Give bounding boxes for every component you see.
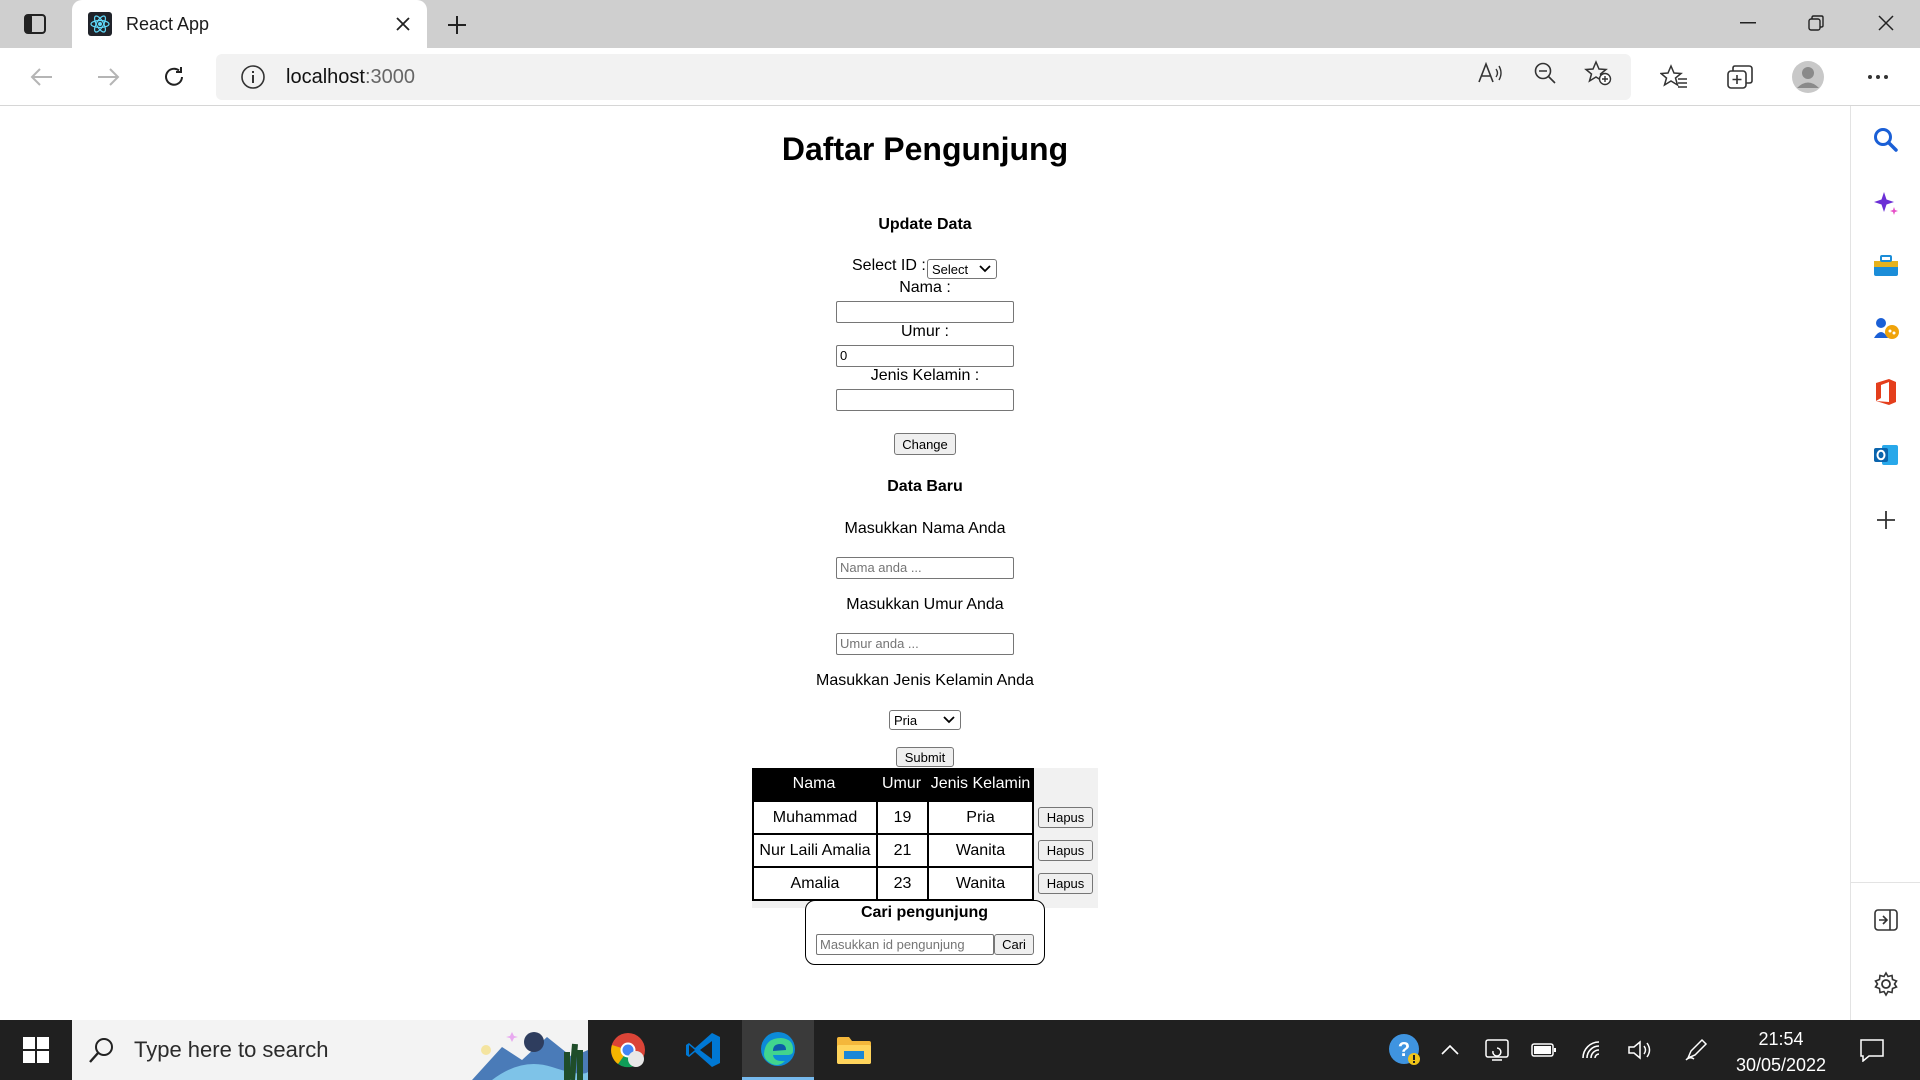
table-cell-nama: Nur Laili Amalia (752, 833, 878, 868)
select-id-label: Select ID : (852, 257, 926, 274)
tab-actions-icon[interactable] (18, 11, 52, 37)
vscode-app-icon[interactable] (668, 1020, 740, 1080)
back-icon[interactable] (24, 60, 60, 94)
new-tab-icon[interactable] (443, 11, 471, 39)
volume-icon[interactable] (1620, 1020, 1660, 1080)
tab-title: React App (126, 13, 210, 34)
chrome-app-icon[interactable] (592, 1020, 664, 1080)
update-umur-input[interactable]: 0 (836, 345, 1014, 367)
office-icon[interactable] (1870, 376, 1902, 408)
windows-start-icon[interactable] (0, 1020, 72, 1080)
clock-time: 21:54 (1758, 1029, 1804, 1049)
table-header-nama: Nama (752, 768, 876, 800)
show-hidden-icons-icon[interactable] (1430, 1020, 1470, 1080)
taskbar-search-box[interactable]: Type here to search (72, 1020, 588, 1080)
page-content: Daftar Pengunjung Update Data Select ID … (0, 107, 1850, 1020)
edge-app-icon[interactable] (742, 1020, 814, 1080)
url-text: localhost:3000 (286, 65, 415, 88)
settings-gear-icon[interactable] (1870, 968, 1902, 1000)
tools-briefcase-icon[interactable] (1870, 250, 1902, 282)
search-icon[interactable] (1870, 124, 1902, 156)
umur-label: Umur : (901, 323, 949, 340)
notifications-icon[interactable] (1852, 1020, 1892, 1080)
games-icon[interactable] (1870, 313, 1902, 345)
cari-button[interactable]: Cari (994, 934, 1034, 955)
chevron-down-icon (979, 265, 991, 273)
data-baru-heading: Data Baru (887, 478, 963, 495)
close-window-icon[interactable] (1866, 8, 1906, 38)
search-icon (89, 1038, 113, 1063)
masukkan-umur-label: Masukkan Umur Anda (846, 596, 1004, 613)
battery-icon[interactable] (1524, 1020, 1564, 1080)
new-jenis-kelamin-select[interactable]: Pria (889, 710, 961, 730)
table-cell-jenis-kelamin: Wanita (927, 833, 1034, 868)
new-umur-input[interactable]: Umur anda ... (836, 633, 1014, 655)
select-id-dropdown[interactable]: Select (927, 259, 997, 279)
forward-icon[interactable] (90, 60, 126, 94)
more-options-icon[interactable] (1861, 60, 1895, 94)
table-cell-umur: 23 (876, 866, 929, 901)
edge-sidebar (1850, 106, 1920, 1020)
sidebar-divider (1851, 882, 1920, 883)
favorites-icon[interactable] (1657, 60, 1691, 94)
search-id-input[interactable]: Masukkan id pengunjung (816, 934, 994, 955)
search-visitor-box: Cari pengunjung Masukkan id pengunjung C… (805, 900, 1045, 965)
add-favorite-icon[interactable] (1583, 58, 1613, 88)
clock-date: 30/05/2022 (1735, 1055, 1827, 1075)
site-info-icon[interactable] (240, 64, 266, 90)
table-cell-umur: 21 (876, 833, 929, 868)
taskbar-search-placeholder: Type here to search (134, 1037, 329, 1062)
close-tab-icon[interactable] (391, 12, 415, 36)
update-nama-input[interactable] (836, 301, 1014, 323)
browser-tab-bar: React App (0, 0, 1920, 48)
nama-label: Nama : (899, 279, 951, 296)
browser-tab-active[interactable]: React App (72, 0, 427, 48)
hapus-button[interactable]: Hapus (1038, 840, 1093, 861)
table-cell-nama: Amalia (752, 866, 878, 901)
pen-workspace-icon[interactable] (1676, 1020, 1716, 1080)
search-heading: Cari pengunjung (860, 904, 989, 921)
masukkan-nama-label: Masukkan Nama Anda (844, 520, 1006, 537)
profile-avatar-icon[interactable] (1791, 60, 1825, 94)
table-cell-nama: Muhammad (752, 800, 878, 835)
screen-mirror-icon[interactable] (1477, 1020, 1517, 1080)
zoom-out-icon[interactable] (1530, 58, 1560, 88)
table-header-umur: Umur (876, 768, 927, 800)
chevron-down-icon (943, 716, 955, 724)
search-highlight-illustration-icon (472, 1032, 588, 1080)
restore-icon[interactable] (1796, 8, 1836, 38)
table-cell-jenis-kelamin: Wanita (927, 866, 1034, 901)
table-cell-umur: 19 (876, 800, 929, 835)
wifi-icon[interactable] (1572, 1020, 1612, 1080)
file-explorer-app-icon[interactable] (818, 1020, 890, 1080)
hide-sidebar-icon[interactable] (1870, 904, 1902, 936)
page-title: Daftar Pengunjung (781, 131, 1069, 167)
discover-sparkle-icon[interactable] (1870, 187, 1902, 219)
help-icon[interactable]: ? (1382, 1020, 1428, 1080)
taskbar-clock[interactable]: 21:54 30/05/2022 (1716, 1026, 1846, 1078)
new-nama-input[interactable]: Nama anda ... (836, 557, 1014, 579)
masukkan-jenis-kelamin-label: Masukkan Jenis Kelamin Anda (816, 672, 1034, 689)
outlook-icon[interactable] (1870, 439, 1902, 471)
update-data-heading: Update Data (878, 216, 972, 233)
select-id-value: Select (932, 261, 969, 277)
change-button[interactable]: Change (894, 433, 956, 455)
add-sidebar-app-icon[interactable] (1870, 504, 1902, 536)
jenis-kelamin-value: Pria (894, 712, 918, 728)
hapus-button[interactable]: Hapus (1038, 807, 1093, 828)
update-jenis-kelamin-input[interactable] (836, 389, 1014, 411)
table-header-jenis-kelamin: Jenis Kelamin (927, 768, 1034, 800)
address-bar[interactable]: localhost:3000 (216, 54, 1631, 100)
windows-taskbar: Type here to search ? 21:54 30/05/2022 (0, 1020, 1920, 1080)
table-cell-jenis-kelamin: Pria (927, 800, 1034, 835)
refresh-icon[interactable] (156, 60, 192, 94)
read-aloud-icon[interactable] (1475, 58, 1505, 88)
minimize-icon[interactable] (1728, 8, 1768, 38)
hapus-button[interactable]: Hapus (1038, 873, 1093, 894)
react-logo-icon (88, 12, 112, 36)
collections-icon[interactable] (1723, 60, 1757, 94)
submit-button[interactable]: Submit (896, 747, 954, 767)
browser-toolbar: localhost:3000 (0, 48, 1920, 106)
jenis-kelamin-label: Jenis Kelamin : (870, 367, 980, 384)
